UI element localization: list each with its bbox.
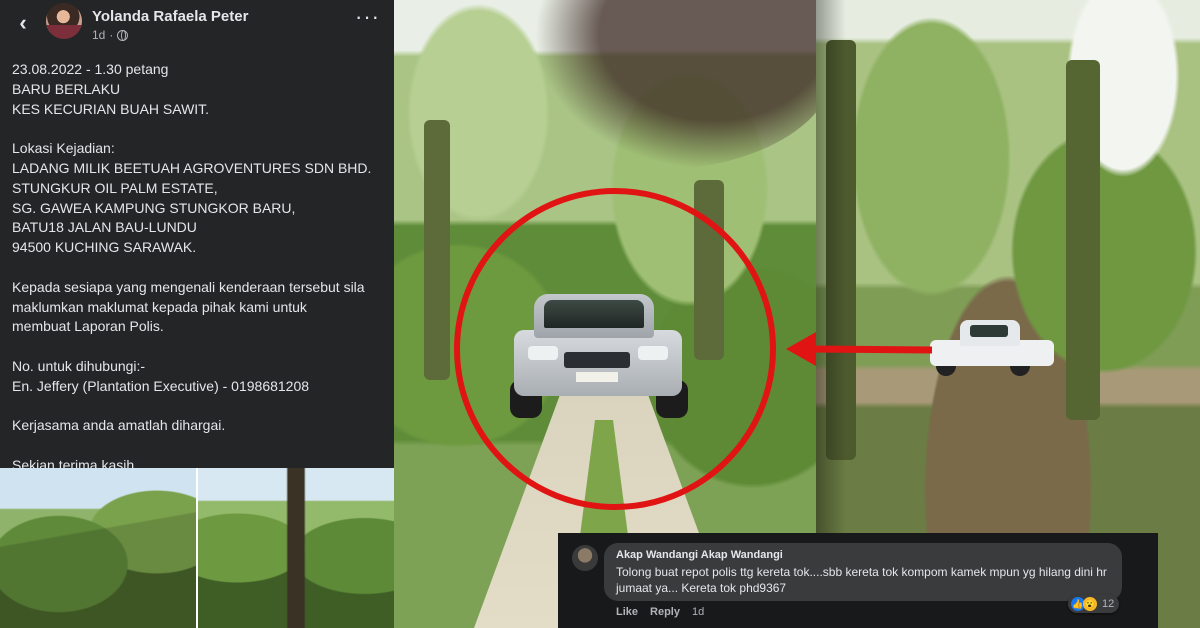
post-line: membuat Laporan Polis. [12, 318, 164, 335]
back-button[interactable]: ‹ [12, 10, 34, 35]
post-line: BARU BERLAKU [12, 80, 121, 97]
post-line: No. untuk dihubungi:- [12, 357, 146, 374]
post-header: ‹ Yolanda Rafaela Peter 1d · ··· [0, 0, 394, 46]
palm-trunk [1066, 60, 1100, 420]
post-line: maklumkan maklumat kepada pihak kami unt… [12, 298, 307, 315]
palm-photo-left[interactable] [0, 468, 196, 628]
post-line: KES KECURIAN BUAH SAWIT. [12, 100, 210, 117]
more-options-button[interactable]: ··· [355, 6, 380, 28]
post-line: En. Jeffery (Plantation Executive) - 019… [12, 377, 310, 394]
post-line: SG. GAWEA KAMPUNG STUNGKOR BARU, [12, 199, 296, 216]
comment-card: Akap Wandangi Akap Wandangi Tolong buat … [558, 533, 1158, 628]
post-line: Kepada sesiapa yang mengenali kenderaan … [12, 278, 365, 295]
comment-actions: Like Reply 1d [616, 606, 704, 618]
reaction-summary[interactable]: 👍 😮 12 [1068, 595, 1120, 613]
post-meta: 1d · [92, 28, 129, 42]
palm-photo-right[interactable] [198, 468, 394, 628]
more-options-icon: ··· [355, 4, 380, 29]
red-arrow-head [786, 332, 816, 366]
white-pickup-truck [930, 318, 1058, 378]
post-line: LADANG MILIK BEETUAH AGROVENTURES SDN BH… [12, 159, 372, 176]
post-line: Kerjasama anda amatlah dihargai. [12, 417, 226, 434]
comment-text: Tolong buat repot polis ttg kereta tok..… [616, 565, 1107, 595]
post-line: 23.08.2022 - 1.30 petang [12, 61, 169, 77]
finger-smudge [534, 0, 816, 170]
commenter-avatar[interactable] [572, 545, 598, 571]
author-name[interactable]: Yolanda Rafaela Peter [92, 8, 248, 25]
commenter-name[interactable]: Akap Wandangi Akap Wandangi [616, 549, 783, 561]
post-line: STUNGKUR OIL PALM ESTATE, [12, 179, 218, 196]
like-button[interactable]: Like [616, 606, 638, 618]
avatar[interactable] [46, 3, 82, 39]
post-text: 23.08.2022 - 1.30 petang BARU BERLAKU KES … [12, 60, 387, 476]
palm-trunk [424, 120, 450, 380]
comment-time[interactable]: 1d [692, 606, 704, 618]
red-arrow-shaft [807, 345, 933, 354]
wow-reaction-icon: 😮 [1083, 597, 1097, 611]
chevron-left-icon: ‹ [19, 10, 27, 35]
post-line: Lokasi Kejadian: [12, 140, 115, 157]
post-line: 94500 KUCHING SARAWAK. [12, 239, 197, 256]
post-line: BATU18 JALAN BAU-LUNDU [12, 219, 197, 236]
post-time[interactable]: 1d [92, 28, 105, 42]
facebook-post: ‹ Yolanda Rafaela Peter 1d · ··· 23.08.2… [0, 0, 394, 473]
red-highlight-circle [454, 188, 776, 510]
meta-separator: · [109, 28, 114, 42]
reaction-count: 12 [1102, 598, 1115, 610]
truck-window [970, 325, 1008, 337]
globe-icon [117, 29, 129, 41]
reply-button[interactable]: Reply [650, 606, 680, 618]
